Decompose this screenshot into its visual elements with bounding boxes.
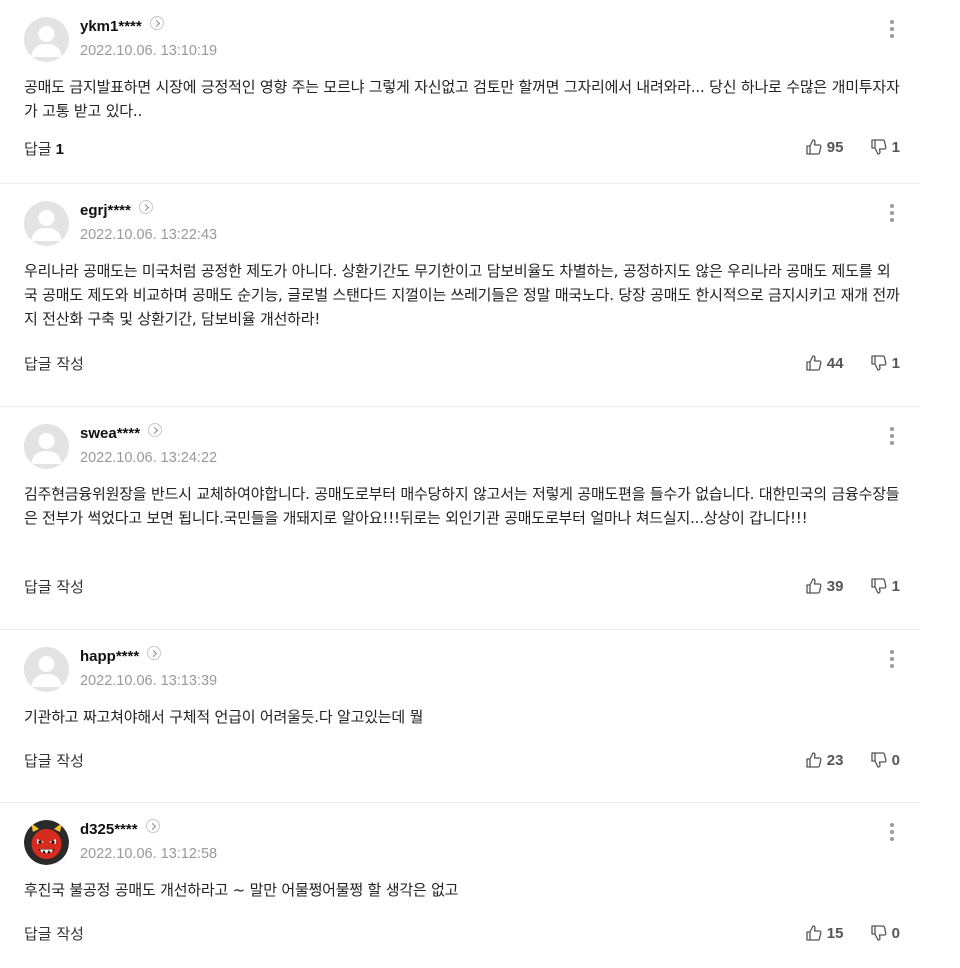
thumbs-down-icon — [871, 578, 887, 594]
vote-group: 23 0 — [783, 751, 900, 773]
avatar[interactable] — [24, 647, 69, 692]
like-button[interactable]: 23 — [805, 751, 844, 769]
reply-button[interactable]: 답글 작성 — [24, 751, 84, 771]
nickname[interactable]: egrj**** — [80, 200, 153, 220]
comment-item: d325**** 2022.10.06. 13:12:58 후진국 불공정 공매… — [0, 803, 920, 968]
dislike-button[interactable]: 0 — [870, 924, 900, 942]
nickname[interactable]: ykm1**** — [80, 16, 164, 36]
avatar[interactable] — [24, 201, 69, 246]
nickname[interactable]: happ**** — [80, 646, 162, 666]
reply-label[interactable]: 답글 작성 — [24, 355, 84, 373]
dislike-count: 1 — [891, 354, 900, 372]
chevron-right-icon[interactable] — [148, 423, 163, 437]
avatar[interactable] — [24, 424, 69, 469]
nickname[interactable]: d325**** — [80, 819, 160, 839]
devil-avatar-icon — [24, 820, 69, 865]
nickname-text[interactable]: d325**** — [80, 821, 138, 838]
reply-label[interactable]: 답글 — [24, 140, 52, 158]
avatar[interactable] — [24, 820, 69, 865]
nickname[interactable]: swea**** — [80, 423, 163, 443]
nickname-text[interactable]: swea**** — [80, 425, 140, 442]
reply-label[interactable]: 답글 작성 — [24, 752, 84, 770]
like-button[interactable]: 15 — [805, 924, 844, 942]
chevron-right-icon[interactable] — [138, 200, 153, 214]
default-avatar-icon — [24, 17, 69, 62]
vote-group: 95 1 — [783, 138, 900, 160]
reply-button[interactable]: 답글 작성 — [24, 924, 84, 944]
comment-date: 2022.10.06. 13:10:19 — [80, 43, 218, 59]
reply-label[interactable]: 답글 작성 — [24, 925, 84, 943]
comment-date: 2022.10.06. 13:24:22 — [80, 450, 218, 466]
comment-item: swea**** 2022.10.06. 13:24:22 김주현금융위원장을 … — [0, 407, 920, 630]
like-button[interactable]: 44 — [805, 354, 844, 372]
dislike-button[interactable]: 1 — [870, 354, 900, 372]
nickname-text[interactable]: ykm1**** — [80, 18, 142, 35]
like-count: 39 — [826, 577, 844, 595]
thumbs-down-icon — [871, 925, 887, 941]
kebab-menu-icon[interactable] — [886, 425, 898, 449]
default-avatar-icon — [24, 647, 69, 692]
dislike-count: 0 — [891, 751, 900, 769]
kebab-menu-icon[interactable] — [886, 18, 898, 42]
vote-group: 39 1 — [783, 577, 900, 599]
avatar[interactable] — [24, 17, 69, 62]
comment-text: 기관하고 짜고쳐야해서 구체적 언급이 어려울듯.다 알고있는데 뭘 — [24, 708, 424, 726]
thumbs-up-icon — [806, 578, 822, 594]
comment-date: 2022.10.06. 13:22:43 — [80, 227, 218, 243]
like-button[interactable]: 39 — [805, 577, 844, 595]
comment-text: 김주현금융위원장을 반드시 교체하여야합니다. 공매도로부터 매수당하지 않고서… — [24, 485, 900, 527]
like-button[interactable]: 95 — [805, 138, 844, 156]
like-count: 44 — [826, 354, 844, 372]
like-count: 23 — [826, 751, 844, 769]
reply-count[interactable]: 1 — [56, 141, 64, 158]
dislike-count: 0 — [891, 924, 900, 942]
thumbs-down-icon — [871, 752, 887, 768]
thumbs-up-icon — [806, 752, 822, 768]
chevron-right-icon[interactable] — [147, 646, 162, 660]
kebab-menu-icon[interactable] — [886, 648, 898, 672]
default-avatar-icon — [24, 424, 69, 469]
comment-text: 공매도 금지발표하면 시장에 긍정적인 영향 주는 모르냐 그렇게 자신없고 검… — [24, 78, 900, 120]
chevron-right-icon[interactable] — [145, 819, 160, 833]
dislike-button[interactable]: 1 — [870, 138, 900, 156]
comment-date: 2022.10.06. 13:12:58 — [80, 846, 218, 862]
reply-button[interactable]: 답글 작성 — [24, 354, 84, 374]
comment-date: 2022.10.06. 13:13:39 — [80, 673, 218, 689]
kebab-menu-icon[interactable] — [886, 202, 898, 226]
reply-label[interactable]: 답글 작성 — [24, 578, 84, 596]
vote-group: 15 0 — [783, 924, 900, 946]
dislike-count: 1 — [891, 138, 900, 156]
comment-list: ykm1**** 2022.10.06. 13:10:19 공매도 금지발표하면… — [0, 0, 920, 968]
like-count: 95 — [826, 138, 844, 156]
comment-text: 우리나라 공매도는 미국처럼 공정한 제도가 아니다. 상환기간도 무기한이고 … — [24, 262, 900, 328]
comment-text: 후진국 불공정 공매도 개선하라고 ~ 말만 어물쩡어물쩡 할 생각은 없고 — [24, 881, 459, 899]
nickname-text[interactable]: happ**** — [80, 648, 139, 665]
chevron-right-icon[interactable] — [149, 16, 164, 30]
default-avatar-icon — [24, 201, 69, 246]
thumbs-up-icon — [806, 355, 822, 371]
dislike-button[interactable]: 0 — [870, 751, 900, 769]
thumbs-up-icon — [806, 925, 822, 941]
thumbs-up-icon — [806, 139, 822, 155]
kebab-menu-icon[interactable] — [886, 821, 898, 845]
like-count: 15 — [826, 924, 844, 942]
reply-button[interactable]: 답글 작성 — [24, 577, 84, 597]
dislike-button[interactable]: 1 — [870, 577, 900, 595]
comment-item: egrj**** 2022.10.06. 13:22:43 우리나라 공매도는 … — [0, 184, 920, 407]
thumbs-down-icon — [871, 355, 887, 371]
comment-item: ykm1**** 2022.10.06. 13:10:19 공매도 금지발표하면… — [0, 0, 920, 184]
reply-button[interactable]: 답글 1 — [24, 139, 64, 160]
dislike-count: 1 — [891, 577, 900, 595]
vote-group: 44 1 — [783, 354, 900, 376]
nickname-text[interactable]: egrj**** — [80, 202, 131, 219]
comment-item: happ**** 2022.10.06. 13:13:39 기관하고 짜고쳐야해… — [0, 630, 920, 803]
thumbs-down-icon — [871, 139, 887, 155]
